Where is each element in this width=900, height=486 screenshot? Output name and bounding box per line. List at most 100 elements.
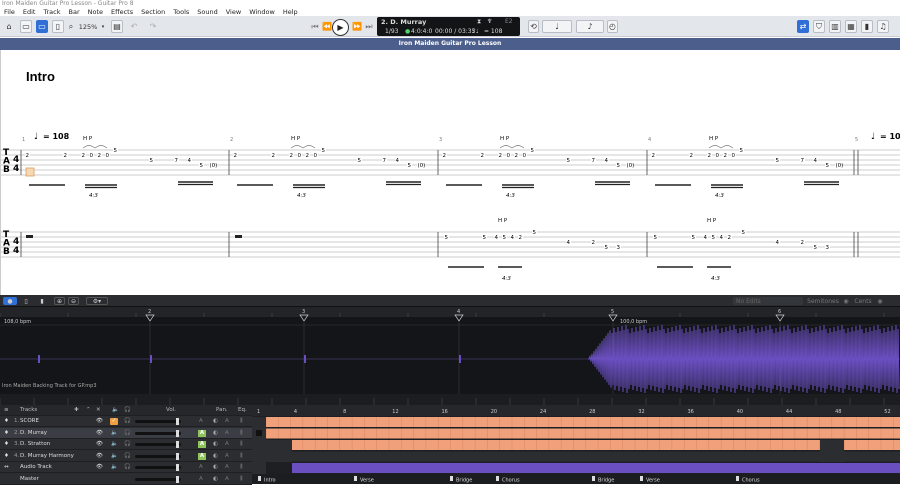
- eq-icon[interactable]: ⫼: [240, 428, 243, 439]
- score-view[interactable]: IntroTAB4412345TAB44= 108♩= 100♩H P22202…: [0, 50, 900, 295]
- pan-knob-icon[interactable]: ◐: [213, 416, 218, 427]
- pan-automation-icon[interactable]: A: [225, 439, 229, 450]
- speaker-icon[interactable]: 🔈: [111, 428, 118, 439]
- speaker-icon[interactable]: 🔈: [111, 439, 118, 450]
- zoom-level[interactable]: 125%: [77, 20, 99, 33]
- next-bar-icon[interactable]: ⏩: [352, 20, 362, 33]
- redo-icon[interactable]: ↷: [147, 20, 159, 33]
- countdown-icon[interactable]: ◴: [607, 20, 618, 33]
- menu-item-effects[interactable]: Effects: [107, 8, 137, 16]
- no-edits-select[interactable]: No Edits: [733, 297, 803, 305]
- previous-bar-icon[interactable]: ⏪: [322, 20, 332, 33]
- track-row[interactable]: ♦ 2. D. Murray 👁 🔈 🎧 A ◐ A ⫼: [0, 427, 252, 439]
- speaker-icon[interactable]: 🔈: [111, 462, 118, 473]
- undo-icon[interactable]: ↶: [128, 20, 140, 33]
- visibility-eye-icon[interactable]: 👁: [96, 462, 103, 473]
- last-bar-icon[interactable]: ⏭: [364, 20, 374, 33]
- cents-knob-icon[interactable]: ◉: [876, 297, 884, 305]
- volume-slider[interactable]: [135, 466, 181, 469]
- pan-automation-icon[interactable]: A: [225, 462, 229, 473]
- eq-icon[interactable]: ⫼: [240, 451, 243, 462]
- fretboard-icon[interactable]: ♫: [877, 20, 889, 33]
- menu-item-tools[interactable]: Tools: [169, 8, 193, 16]
- track-row[interactable]: Master A ◐ A ⫼: [0, 474, 252, 485]
- volume-handle[interactable]: [176, 475, 179, 483]
- loop-icon[interactable]: ⟲: [528, 20, 539, 33]
- piano-icon[interactable]: ▮: [861, 20, 873, 33]
- pan-knob-icon[interactable]: ◐: [213, 451, 218, 462]
- headphones-icon[interactable]: 🎧: [124, 462, 131, 473]
- add-track-icon[interactable]: ✚: [74, 405, 79, 416]
- eq-icon[interactable]: ⫼: [240, 439, 243, 450]
- audio-toggle-icon[interactable]: ●: [3, 297, 17, 305]
- zoom-out-icon[interactable]: ⊖: [68, 297, 79, 305]
- edition-palette-icon[interactable]: ⇄: [797, 20, 809, 33]
- volume-handle[interactable]: [176, 452, 179, 460]
- instrument-icon[interactable]: ⛉: [813, 20, 825, 33]
- menu-item-window[interactable]: Window: [245, 8, 279, 16]
- headphones-icon[interactable]: 🎧: [124, 439, 131, 450]
- solo-icon[interactable]: ✓: [110, 418, 118, 425]
- automation-badge[interactable]: A: [198, 429, 206, 437]
- visibility-eye-icon[interactable]: 👁: [96, 428, 103, 439]
- volume-slider[interactable]: [135, 454, 181, 458]
- play-button[interactable]: ▶: [332, 19, 349, 36]
- pan-knob-icon[interactable]: ◐: [213, 439, 218, 450]
- volume-slider[interactable]: [135, 477, 181, 481]
- zoom-in-icon[interactable]: ⊕: [54, 297, 65, 305]
- menu-item-file[interactable]: File: [0, 8, 19, 16]
- menu-icon[interactable]: ≡: [4, 405, 9, 416]
- menu-item-bar[interactable]: Bar: [65, 8, 84, 16]
- chevron-up-icon[interactable]: ⌃: [86, 405, 91, 416]
- pan-automation-icon[interactable]: A: [225, 474, 229, 485]
- volume-handle[interactable]: [176, 429, 179, 437]
- panel-toggle-icon[interactable]: ▯: [52, 20, 64, 33]
- eq-icon[interactable]: ⫼: [240, 462, 243, 473]
- menu-item-edit[interactable]: Edit: [19, 8, 40, 16]
- speaker-icon[interactable]: 🔈: [111, 451, 118, 462]
- search-icon[interactable]: ⌕: [68, 20, 74, 33]
- pan-automation-icon[interactable]: A: [225, 428, 229, 439]
- track-row[interactable]: ↭ Audio Track 👁 🔈 🎧 A ◐ A ⫼: [0, 462, 252, 473]
- visibility-eye-icon[interactable]: 👁: [96, 416, 103, 427]
- visibility-eye-icon[interactable]: 👁: [96, 439, 103, 450]
- volume-handle[interactable]: [176, 441, 179, 448]
- automation-badge[interactable]: A: [198, 441, 206, 448]
- metronome-button[interactable]: ♩: [542, 20, 572, 33]
- pan-knob-icon[interactable]: ◐: [213, 428, 218, 439]
- track-timeline[interactable]: 1 4 8 12 16 20 24 28 32 36 40 44 48 52 Intro Verse Bridg…: [252, 405, 900, 484]
- mixer-icon[interactable]: ▥: [829, 20, 841, 33]
- headphones-icon[interactable]: 🎧: [124, 428, 131, 439]
- audio-sync-icon[interactable]: ▯: [21, 297, 31, 305]
- menu-item-note[interactable]: Note: [84, 8, 107, 16]
- pan-automation-icon[interactable]: A: [225, 451, 229, 462]
- waveform-view[interactable]: 2 3 4 5 6 108,0 bpm 100,0 bpm Iron Maiden Backi…: [0, 307, 900, 405]
- eq-icon[interactable]: ⫼: [240, 474, 243, 485]
- pan-automation-icon[interactable]: A: [225, 416, 229, 427]
- eq-icon[interactable]: ⫼: [240, 416, 243, 427]
- pan-knob-icon[interactable]: ◐: [213, 474, 218, 485]
- home-icon[interactable]: ⌂: [3, 20, 15, 33]
- automation-badge[interactable]: A: [198, 452, 206, 460]
- track-row[interactable]: ♦ 1. SCORE 👁 ✓ 🎧 A ◐ A ⫼: [0, 416, 252, 427]
- chevron-down-icon[interactable]: ▾: [100, 20, 106, 33]
- audio-settings-icon[interactable]: ⚙▾: [86, 297, 108, 305]
- volume-handle[interactable]: [176, 418, 179, 425]
- tuner-button[interactable]: ♪: [576, 20, 604, 33]
- visibility-eye-icon[interactable]: 👁: [96, 451, 103, 462]
- menu-item-section[interactable]: Section: [137, 8, 169, 16]
- semitones-knob-icon[interactable]: ◉: [842, 297, 850, 305]
- print-icon[interactable]: ▤: [111, 20, 123, 33]
- automation-badge[interactable]: A: [199, 474, 203, 485]
- menu-item-sound[interactable]: Sound: [193, 8, 221, 16]
- automation-badge[interactable]: A: [199, 416, 203, 427]
- headphones-icon[interactable]: 🎧: [124, 416, 131, 427]
- audio-icon[interactable]: ▦: [845, 20, 857, 33]
- volume-slider[interactable]: [135, 443, 181, 446]
- first-bar-icon[interactable]: ⏮: [310, 20, 320, 33]
- audio-trash-icon[interactable]: ▮: [37, 297, 47, 305]
- headphones-icon[interactable]: 🎧: [124, 451, 131, 462]
- pan-knob-icon[interactable]: ◐: [213, 462, 218, 473]
- track-row[interactable]: ♦ 4. D. Murray Harmony 👁 🔈 🎧 A ◐ A ⫼: [0, 451, 252, 462]
- track-row[interactable]: ♦ 3. D. Stratton 👁 🔈 🎧 A ◐ A ⫼: [0, 439, 252, 450]
